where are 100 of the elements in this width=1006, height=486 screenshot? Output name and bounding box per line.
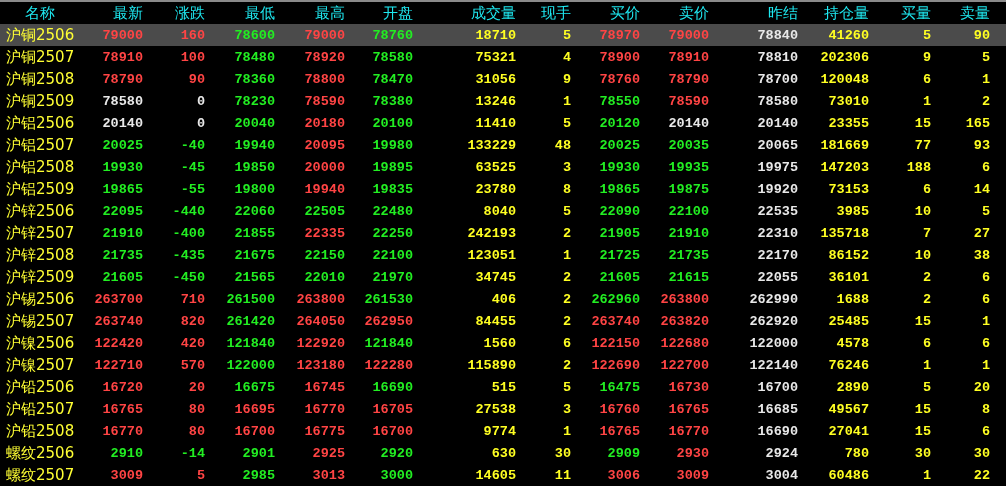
table-cell: 78600	[234, 27, 275, 43]
table-cell: 261530	[364, 291, 413, 307]
table-cell: 93	[973, 137, 990, 153]
table-cell: 22095	[102, 203, 143, 219]
column-header[interactable]: 买量	[901, 3, 931, 23]
table-cell: 19930	[102, 159, 143, 175]
table-cell: 19940	[234, 137, 275, 153]
table-cell: 16760	[599, 401, 640, 417]
table-cell: 78590	[668, 93, 709, 109]
table-cell: 19930	[599, 159, 640, 175]
table-cell: 570	[180, 357, 205, 373]
table-cell: 16690	[757, 423, 798, 439]
table-cell: 73153	[828, 181, 869, 197]
table-cell: 11	[554, 467, 571, 483]
table-cell: 165	[965, 115, 990, 131]
table-cell: 16765	[102, 401, 143, 417]
table-cell: 20140	[668, 115, 709, 131]
table-cell: 90	[188, 71, 205, 87]
table-cell: 79000	[102, 27, 143, 43]
selected-row[interactable]: 沪铜2506 79000 160 78600 79000 78760 18710 5 78970 79000 78840 41260 5 90	[0, 24, 1006, 46]
table-cell: 8040	[483, 203, 516, 219]
column-header[interactable]: 昨结	[768, 3, 798, 23]
table-cell: 21605	[102, 269, 143, 285]
table-cell: 122000	[226, 357, 275, 373]
table-cell: 20065	[757, 137, 798, 153]
table-cell: 122690	[591, 357, 640, 373]
table-cell: 15	[914, 423, 931, 439]
table-cell: 19835	[372, 181, 413, 197]
table-cell: 20140	[102, 115, 143, 131]
table-cell: 30	[914, 445, 931, 461]
table-cell: 3013	[312, 467, 345, 483]
table-cell: 20000	[304, 159, 345, 175]
table-cell: 6	[922, 71, 931, 87]
table-cell: 5	[922, 379, 931, 395]
table-cell: 78550	[599, 93, 640, 109]
column-header[interactable]: 现手	[541, 3, 571, 23]
contract-name: 沪锡2507	[5, 311, 75, 331]
table-cell: 261420	[226, 313, 275, 329]
table-cell: 86152	[828, 247, 869, 263]
column-header[interactable]: 买价	[610, 3, 640, 23]
table-cell: 3009	[676, 467, 709, 483]
table-cell: 21565	[234, 269, 275, 285]
table-cell: 19975	[757, 159, 798, 175]
table-cell: 5	[562, 115, 571, 131]
table-cell: 4	[562, 49, 571, 65]
column-header[interactable]: 卖价	[679, 3, 709, 23]
table-cell: 3	[562, 401, 571, 417]
table-cell: 115890	[467, 357, 516, 373]
contract-name: 沪铜2509	[5, 91, 75, 111]
table-cell: 2	[922, 291, 931, 307]
table-cell: 122280	[364, 357, 413, 373]
table-cell: 23355	[828, 115, 869, 131]
table-cell: 0	[196, 115, 205, 131]
column-header[interactable]: 涨跌	[175, 3, 205, 23]
table-cell: 22535	[757, 203, 798, 219]
table-cell: 21735	[668, 247, 709, 263]
table-cell: -440	[172, 203, 205, 219]
column-header[interactable]: 最新	[113, 3, 143, 23]
table-cell: 78700	[757, 71, 798, 87]
table-cell: 3000	[380, 467, 413, 483]
table-cell: 120048	[820, 71, 869, 87]
contract-name: 螺纹2507	[5, 465, 75, 485]
contract-name: 沪铜2506	[5, 25, 75, 45]
table-cell: 20035	[668, 137, 709, 153]
table-cell: 21615	[668, 269, 709, 285]
table-cell: 15	[914, 115, 931, 131]
table-cell: 19850	[234, 159, 275, 175]
table-cell: 3985	[836, 203, 869, 219]
column-header[interactable]: 持仓量	[824, 3, 869, 23]
table-cell: 73010	[828, 93, 869, 109]
table-cell: 15	[914, 401, 931, 417]
column-header[interactable]: 最高	[315, 3, 345, 23]
table-cell: 4578	[836, 335, 869, 351]
table-cell: 22505	[304, 203, 345, 219]
table-cell: 19980	[372, 137, 413, 153]
column-header[interactable]: 卖量	[960, 3, 990, 23]
table-cell: 9	[922, 49, 931, 65]
table-cell: 2930	[676, 445, 709, 461]
table-cell: 16700	[234, 423, 275, 439]
column-header[interactable]: 名称	[25, 3, 55, 23]
table-cell: 21725	[599, 247, 640, 263]
table-cell: 147203	[820, 159, 869, 175]
table-cell: 263740	[591, 313, 640, 329]
column-header[interactable]: 开盘	[383, 3, 413, 23]
table-cell: 78230	[234, 93, 275, 109]
table-cell: 1	[562, 423, 571, 439]
contract-name: 沪铅2508	[5, 421, 75, 441]
table-cell: 780	[844, 445, 869, 461]
contract-name: 沪铝2507	[5, 135, 75, 155]
table-cell: 78580	[372, 49, 413, 65]
column-header[interactable]: 成交量	[471, 3, 516, 23]
column-header[interactable]: 最低	[245, 3, 275, 23]
table-cell: 22055	[757, 269, 798, 285]
table-cell: -55	[180, 181, 205, 197]
table-cell: 27041	[828, 423, 869, 439]
table-cell: 78840	[757, 27, 798, 43]
contract-name: 沪镍2507	[5, 355, 75, 375]
table-cell: 263740	[94, 313, 143, 329]
contract-name: 沪镍2506	[5, 333, 75, 353]
table-cell: 16765	[668, 401, 709, 417]
